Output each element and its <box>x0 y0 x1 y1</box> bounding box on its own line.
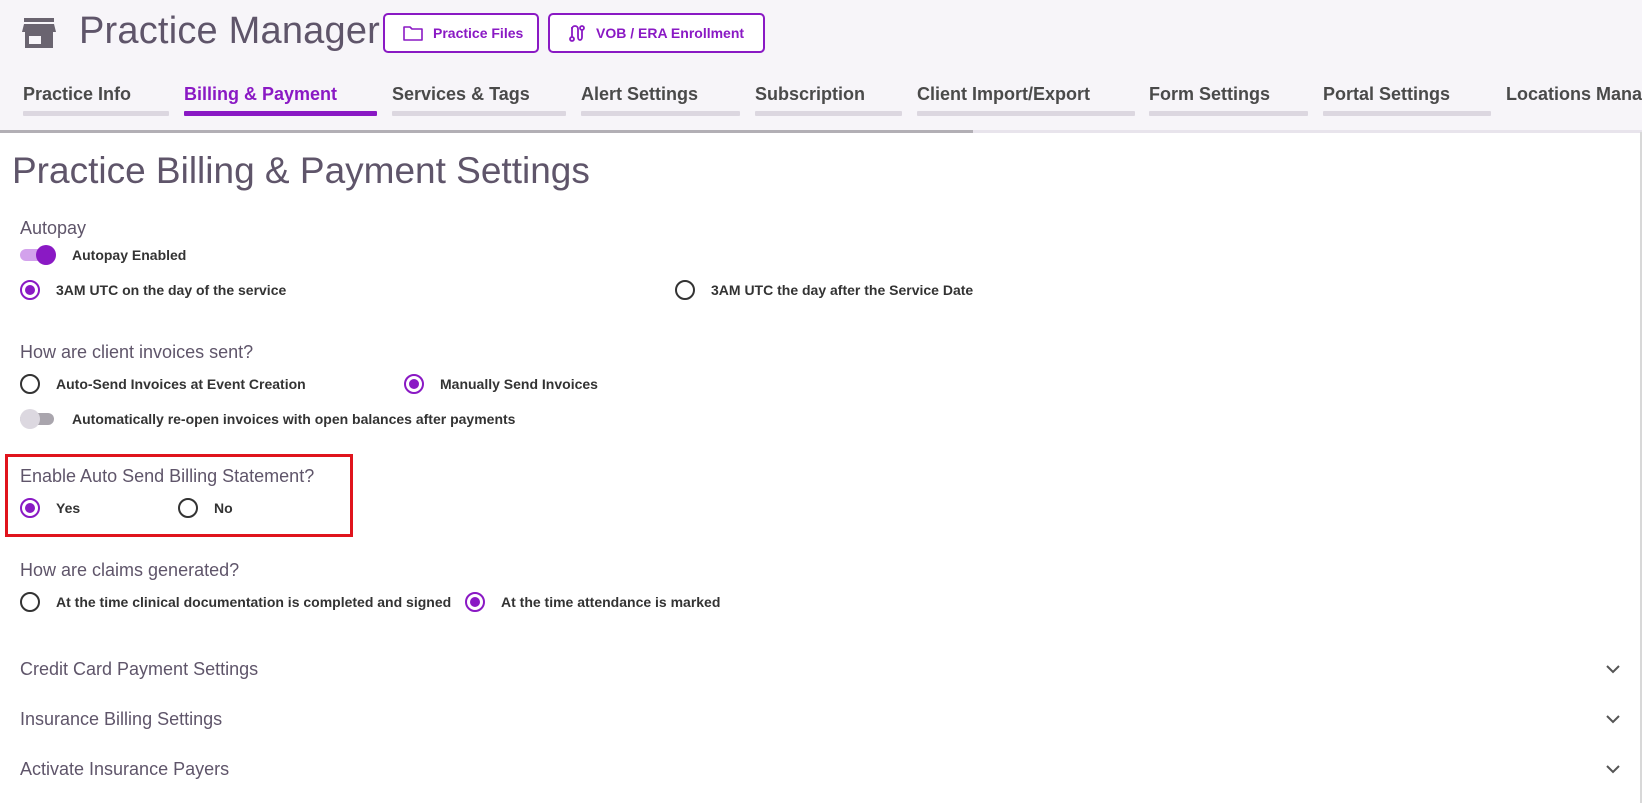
radio-unselected[interactable] <box>178 498 198 518</box>
tabs-scrollbar-thumb[interactable] <box>0 130 973 133</box>
autopay-toggle-label: Autopay Enabled <box>72 247 187 263</box>
vob-era-enrollment-label: VOB / ERA Enrollment <box>596 25 745 41</box>
invoices-section-label: How are client invoices sent? <box>20 342 254 362</box>
claims-option-attendance[interactable]: At the time attendance is marked <box>465 592 720 612</box>
store-icon <box>22 18 56 48</box>
billing-statement-label: Enable Auto Send Billing Statement? <box>20 466 315 486</box>
tab-practice-info[interactable]: Practice Info <box>23 84 169 118</box>
tab-label: Form Settings <box>1149 84 1271 104</box>
tab-label: Portal Settings <box>1323 84 1451 104</box>
reopen-invoices-label: Automatically re-open invoices with open… <box>72 411 516 427</box>
tab-alert-settings[interactable]: Alert Settings <box>581 84 740 118</box>
radio-selected[interactable] <box>20 280 40 300</box>
app-title: Practice Manager <box>79 10 381 52</box>
option-label: No <box>214 500 233 516</box>
tab-underline <box>23 111 169 116</box>
tab-underline <box>755 111 902 116</box>
billing-statement-no[interactable]: No <box>178 498 233 518</box>
top-header: Practice Manager Practice Files VOB / ER… <box>0 0 1642 132</box>
tab-underline <box>1149 111 1308 116</box>
tab-form-settings[interactable]: Form Settings <box>1149 84 1308 118</box>
tab-underline <box>392 111 566 116</box>
tab-label: Alert Settings <box>581 84 699 104</box>
invoice-option-auto-send[interactable]: Auto-Send Invoices at Event Creation <box>20 374 306 394</box>
accordion-activate-insurance-payers[interactable]: Activate Insurance Payers <box>20 759 1620 789</box>
option-label: At the time attendance is marked <box>501 594 721 610</box>
radio-selected[interactable] <box>20 498 40 518</box>
tab-label: Billing & Payment <box>184 84 338 104</box>
practice-files-label: Practice Files <box>433 25 524 41</box>
tab-services-tags[interactable]: Services & Tags <box>392 84 566 118</box>
option-label: Manually Send Invoices <box>440 376 598 392</box>
accordion-insurance-billing-settings[interactable]: Insurance Billing Settings <box>20 709 1620 739</box>
option-label: 3AM UTC the day after the Service Date <box>711 282 974 298</box>
claims-option-documentation[interactable]: At the time clinical documentation is co… <box>20 592 451 612</box>
accordion-label: Credit Card Payment Settings <box>20 659 259 679</box>
radio-unselected[interactable] <box>675 280 695 300</box>
accordion-credit-card-payment-settings[interactable]: Credit Card Payment Settings <box>20 659 1620 689</box>
practice-files-button[interactable]: Practice Files <box>383 13 539 53</box>
tab-portal-settings[interactable]: Portal Settings <box>1323 84 1491 118</box>
option-label: Yes <box>56 500 81 516</box>
reopen-invoices-switch[interactable] <box>20 409 56 429</box>
chevron-down-icon <box>1606 765 1620 774</box>
option-label: At the time clinical documentation is co… <box>56 594 452 610</box>
autopay-option-day-after[interactable]: 3AM UTC the day after the Service Date <box>675 280 973 300</box>
claims-section-label: How are claims generated? <box>20 560 240 580</box>
radio-unselected[interactable] <box>20 374 40 394</box>
tab-underline <box>581 111 740 116</box>
vob-era-enrollment-button[interactable]: VOB / ERA Enrollment <box>548 13 765 53</box>
folder-icon <box>403 26 423 41</box>
tab-underline <box>184 111 377 116</box>
settings-tabs: Practice Info Billing & Payment Services… <box>0 84 1642 118</box>
chevron-down-icon <box>1606 715 1620 724</box>
page-title: Practice Billing & Payment Settings <box>12 150 590 191</box>
radio-unselected[interactable] <box>20 592 40 612</box>
tab-billing-payment[interactable]: Billing & Payment <box>184 84 377 118</box>
tab-label: Client Import/Export <box>917 84 1091 104</box>
autopay-option-same-day[interactable]: 3AM UTC on the day of the service <box>20 280 286 300</box>
tab-locations-manager[interactable]: Locations Manag <box>1506 84 1642 118</box>
chevron-down-icon <box>1606 665 1620 674</box>
route-icon <box>569 25 585 42</box>
reopen-invoices-toggle[interactable]: Automatically re-open invoices with open… <box>20 409 515 429</box>
tab-label: Locations Manag <box>1506 84 1642 104</box>
radio-selected[interactable] <box>404 374 424 394</box>
autopay-toggle[interactable]: Autopay Enabled <box>20 245 186 265</box>
tab-subscription[interactable]: Subscription <box>755 84 902 118</box>
tab-label: Practice Info <box>23 84 132 104</box>
tab-underline <box>917 111 1135 116</box>
option-label: 3AM UTC on the day of the service <box>56 282 287 298</box>
autopay-switch[interactable] <box>20 245 56 265</box>
billing-statement-yes[interactable]: Yes <box>20 498 80 518</box>
tab-client-import-export[interactable]: Client Import/Export <box>917 84 1135 118</box>
radio-selected[interactable] <box>465 592 485 612</box>
autopay-label: Autopay <box>20 218 87 238</box>
tab-label: Subscription <box>755 84 866 104</box>
invoice-option-manual[interactable]: Manually Send Invoices <box>404 374 598 394</box>
tab-label: Services & Tags <box>392 84 530 104</box>
accordion-label: Activate Insurance Payers <box>20 759 230 779</box>
accordion-label: Insurance Billing Settings <box>20 709 223 729</box>
option-label: Auto-Send Invoices at Event Creation <box>56 376 306 392</box>
tab-underline <box>1323 111 1491 116</box>
